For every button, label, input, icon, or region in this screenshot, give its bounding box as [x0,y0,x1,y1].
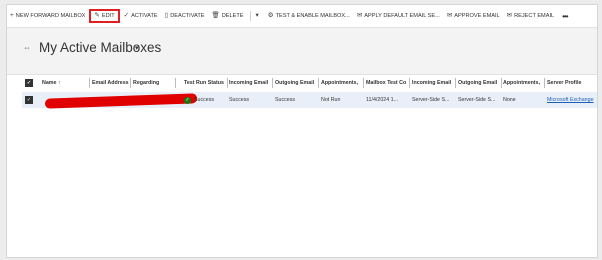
test-enable-mailbox-label: TEST & ENABLE MAILBOX... [275,13,350,19]
toolbar-divider [249,11,251,21]
cell-text: Server-Side S... [412,97,450,103]
approve-email-icon: ✉ [446,11,453,19]
gear-icon: ⚙ [267,11,274,19]
chevron-down-icon: ▾ [255,11,259,19]
plus-icon: + [10,11,14,19]
table-row[interactable]: ✓ ✓ Success Success Success Not Run 11/4… [22,92,597,109]
delete-dropdown-button[interactable]: ▾ [253,9,264,23]
column-label: Appointments, [321,80,359,86]
grid-header-row: ✓ Name ↑ Email Address Regarding Test Ru… [22,76,597,90]
mailboxes-panel: + NEW FORWARD MAILBOX ✎ EDIT ✓ ACTIVATE … [6,4,598,258]
select-all-checkbox[interactable]: ✓ [25,78,33,88]
checkbox-checked-icon: ✓ [25,96,33,104]
delete-label: DELETE [221,13,244,19]
view-header: ⇔ My Active Mailboxes ▾ [7,27,597,75]
mailbox-grid: ✓ Name ↑ Email Address Regarding Test Ru… [22,76,597,109]
deactivate-label: DEACTIVATE [170,13,205,19]
column-label: Regarding [133,80,160,86]
cell-text: Success [229,97,250,103]
column-header-outgoing-email-status[interactable]: Outgoing Email [273,78,319,88]
column-header-regarding[interactable]: Regarding [130,78,176,88]
column-header-mailbox-test-completed[interactable]: Mailbox Test Co [364,78,410,88]
column-label: Test Run Status [184,80,224,86]
column-header-appointments-sync[interactable]: Appointments, [501,78,545,88]
trash-icon: 🗑 [211,11,220,19]
apply-default-email-settings-label: APPLY DEFAULT EMAIL SE... [364,13,440,19]
email-settings-icon: ✉ [356,11,363,19]
delete-button[interactable]: 🗑 DELETE [208,9,246,23]
server-profile-link[interactable]: Microsoft Exchange [547,92,597,108]
deactivate-button[interactable]: ▯ DEACTIVATE [162,9,208,23]
outgoing-status-cell: Success [275,92,317,108]
column-label: Outgoing Email [275,80,315,86]
edit-button[interactable]: ✎ EDIT [89,9,120,23]
column-header-server-profile[interactable]: Server Profile [545,78,597,88]
cell-text: Success [275,97,296,103]
column-label: Server Profile [547,80,582,86]
column-header-email-address[interactable]: Email Address [89,78,131,88]
cell-link-text[interactable]: Microsoft Exchange [547,97,594,103]
column-label: Name ↑ [42,80,61,86]
edit-label: EDIT [101,13,115,19]
command-bar: + NEW FORWARD MAILBOX ✎ EDIT ✓ ACTIVATE … [7,5,597,27]
checkbox-checked-icon: ✓ [25,79,33,87]
column-label: Incoming Email [229,80,269,86]
chevron-down-icon[interactable]: ▾ [135,44,139,52]
pencil-icon: ✎ [94,11,100,19]
column-header-test-run-status[interactable]: Test Run Status [182,78,228,88]
success-check-icon: ✓ [184,96,191,104]
cell-text: Server-Side S... [458,97,496,103]
reject-email-label: REJECT EMAIL [514,13,555,19]
column-header-appointments-status[interactable]: Appointments, [319,78,364,88]
incoming-status-cell: Success [229,92,271,108]
column-label: Email Address [92,80,129,86]
cell-text: 11/4/2024 1... [366,97,399,103]
column-label: Incoming Email [412,80,452,86]
outgoing-delivery-cell: Server-Side S... [458,92,500,108]
incoming-delivery-cell: Server-Side S... [412,92,454,108]
mailbox-test-completed-cell: 11/4/2024 1... [366,92,408,108]
column-label: Mailbox Test Co [366,80,407,86]
redaction-mark [45,93,197,109]
activate-label: ACTIVATE [131,13,158,19]
reject-email-button[interactable]: ✉ REJECT EMAIL [504,9,557,23]
reject-email-icon: ✉ [506,11,513,19]
more-commands-icon[interactable]: ••• [558,12,571,21]
approve-email-button[interactable]: ✉ APPROVE EMAIL [444,9,503,23]
column-header-incoming-email-status[interactable]: Incoming Email [227,78,273,88]
test-run-status-cell: ✓ Success [184,92,226,108]
new-forward-mailbox-button[interactable]: + NEW FORWARD MAILBOX [7,9,88,23]
checkmark-icon: ✓ [123,11,130,19]
column-header-outgoing-email-delivery[interactable]: Outgoing Email [456,78,502,88]
view-title[interactable]: My Active Mailboxes [39,40,161,55]
document-icon: ▯ [164,11,169,19]
cell-text: None [503,97,516,103]
appointments-status-cell: Not Run [321,92,363,108]
test-enable-mailbox-button[interactable]: ⚙ TEST & ENABLE MAILBOX... [265,9,353,23]
column-header-incoming-email-delivery[interactable]: Incoming Email [410,78,456,88]
activate-button[interactable]: ✓ ACTIVATE [121,9,161,23]
appointments-sync-cell: None [503,92,543,108]
column-label: Outgoing Email [458,80,498,86]
row-checkbox[interactable]: ✓ [25,92,33,108]
approve-email-label: APPROVE EMAIL [454,13,500,19]
cell-text: Not Run [321,97,341,103]
view-switch-icon[interactable]: ⇔ [23,43,31,52]
apply-default-email-settings-button[interactable]: ✉ APPLY DEFAULT EMAIL SE... [354,9,443,23]
column-header-name[interactable]: Name ↑ [38,78,90,88]
column-label: Appointments, [503,80,541,86]
new-forward-mailbox-label: NEW FORWARD MAILBOX [15,13,86,19]
cell-text: Success [194,97,215,103]
